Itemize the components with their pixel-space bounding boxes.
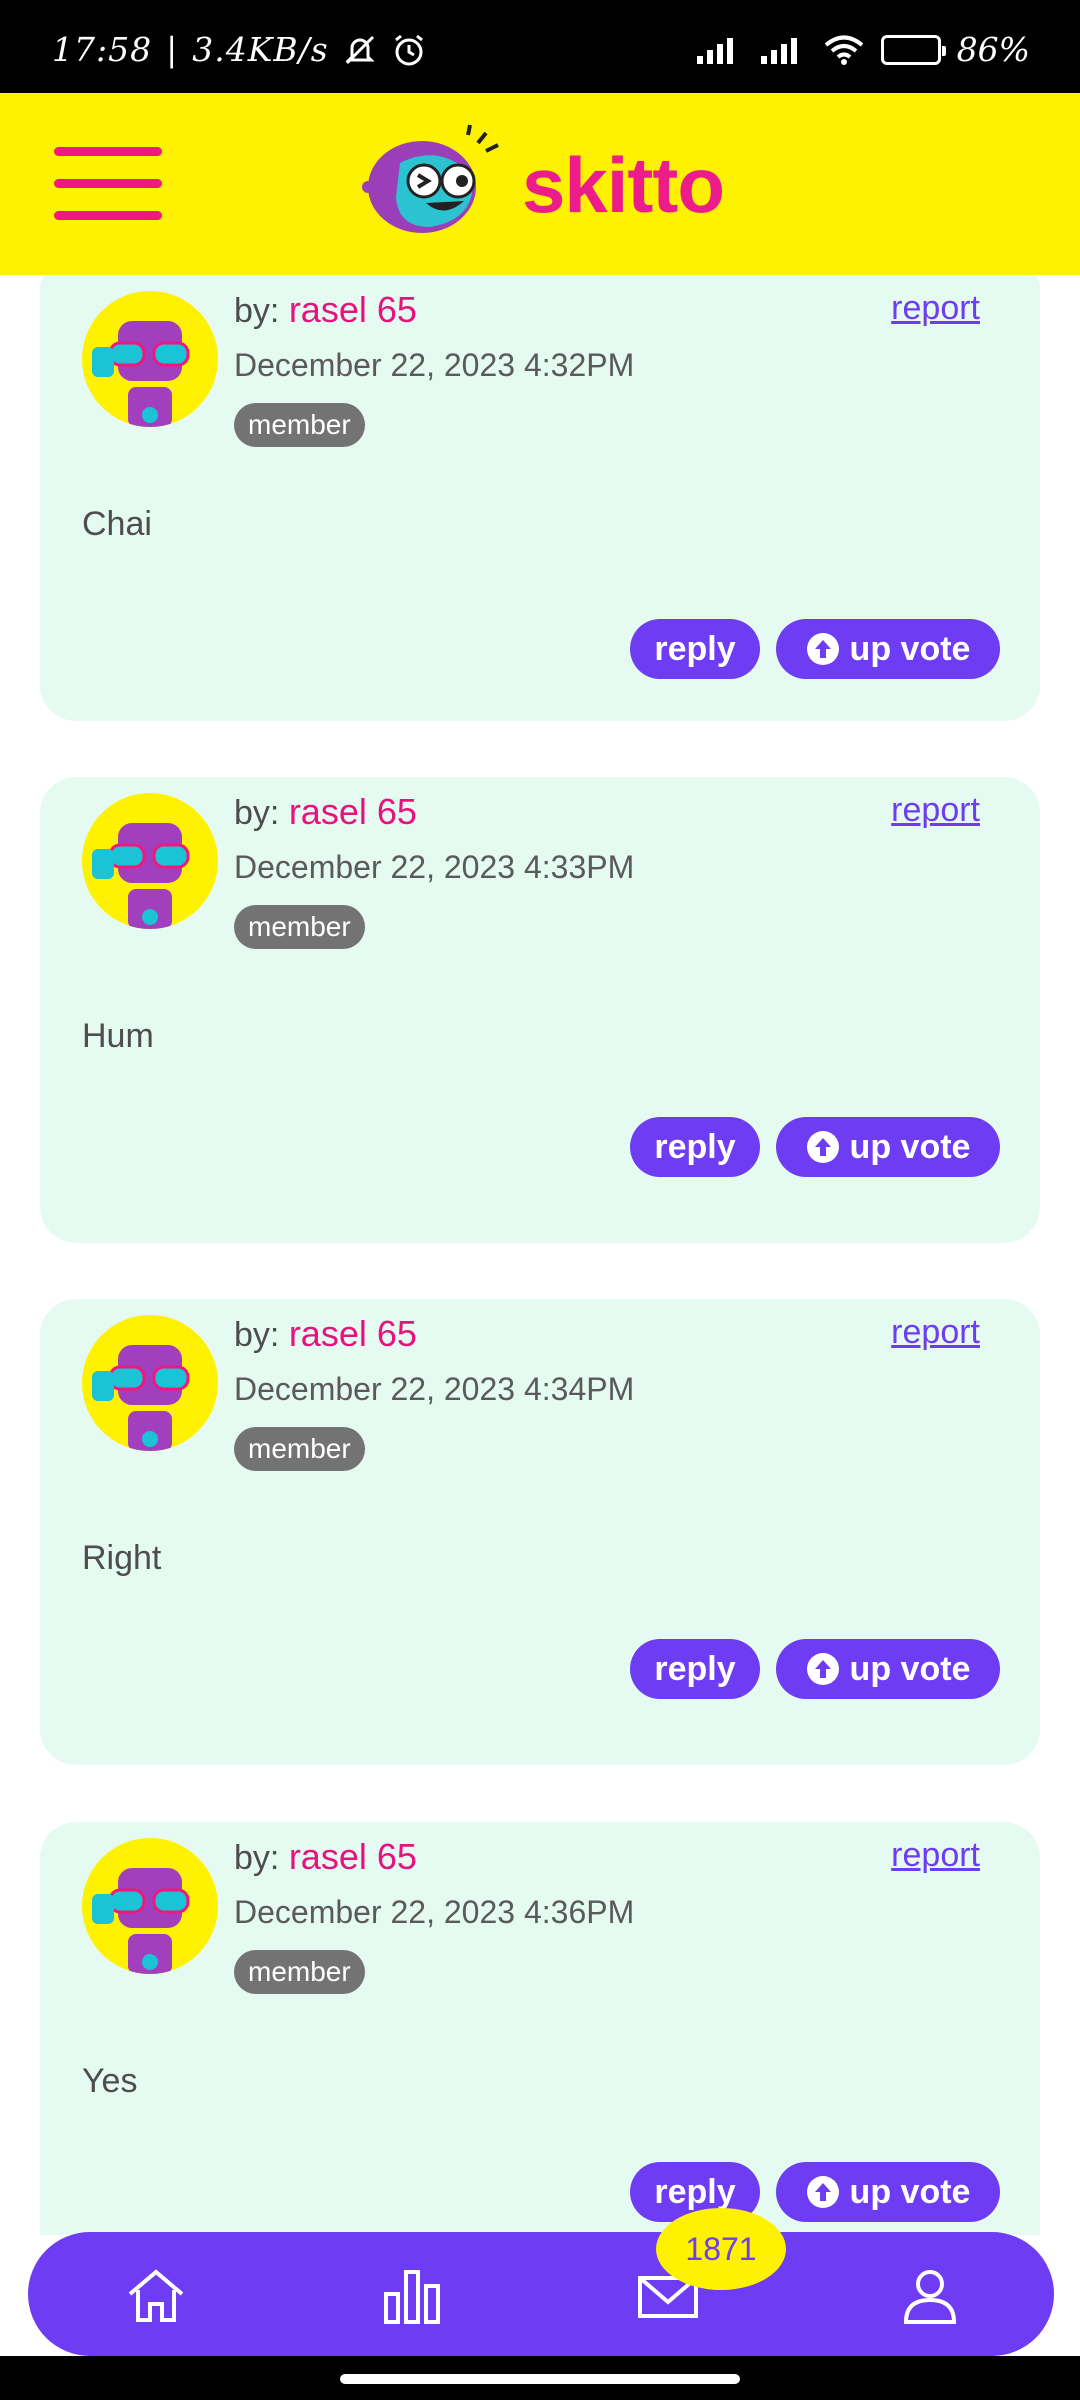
signal-icon	[695, 34, 743, 66]
role-badge: member	[234, 905, 365, 949]
bottom-nav	[28, 2232, 1054, 2356]
comment-card: by: rasel 65 December 22, 2023 4:34PM me…	[40, 1299, 1040, 1765]
comment-card: by: rasel 65 December 22, 2023 4:36PM me…	[40, 1822, 1040, 2235]
wifi-icon	[823, 34, 865, 66]
arrow-up-circle-icon	[806, 1131, 839, 1163]
reply-button[interactable]: reply	[630, 1117, 760, 1177]
profile-icon[interactable]	[898, 2264, 962, 2328]
upvote-button[interactable]: up vote	[776, 619, 1000, 679]
report-link[interactable]: report	[891, 289, 980, 328]
logo-mascot-icon	[360, 123, 510, 248]
bar-chart-icon[interactable]	[380, 2264, 444, 2328]
author-name[interactable]: rasel 65	[289, 289, 417, 330]
logo-text: skitto	[522, 141, 725, 229]
comment-feed: by: rasel 65 December 22, 2023 4:32PM me…	[0, 275, 1080, 2235]
network-speed: 3.4KB/s	[192, 30, 329, 69]
arrow-up-circle-icon	[806, 1653, 839, 1685]
arrow-up-circle-icon	[806, 633, 839, 665]
comment-date: December 22, 2023 4:32PM	[234, 347, 635, 383]
bell-muted-icon	[343, 33, 377, 67]
home-gesture-bar[interactable]	[340, 2374, 740, 2384]
robot-avatar-icon	[92, 1345, 190, 1451]
reply-button[interactable]: reply	[630, 619, 760, 679]
author-name[interactable]: rasel 65	[289, 1836, 417, 1877]
upvote-button[interactable]: up vote	[776, 2162, 1000, 2222]
avatar[interactable]	[82, 1315, 218, 1451]
role-badge: member	[234, 1950, 365, 1994]
report-link[interactable]: report	[891, 791, 980, 830]
alarm-icon	[391, 32, 427, 68]
author-name[interactable]: rasel 65	[289, 791, 417, 832]
byline: by: rasel 65	[234, 1836, 417, 1877]
comment-text: Yes	[82, 2062, 138, 2100]
avatar[interactable]	[82, 291, 218, 427]
byline: by: rasel 65	[234, 791, 417, 832]
robot-avatar-icon	[92, 1868, 190, 1974]
upvote-button[interactable]: up vote	[776, 1117, 1000, 1177]
system-nav-bar	[0, 2356, 1080, 2400]
role-badge: member	[234, 403, 365, 447]
upvote-button[interactable]: up vote	[776, 1639, 1000, 1699]
byline: by: rasel 65	[234, 289, 417, 330]
avatar[interactable]	[82, 793, 218, 929]
status-right: 86%	[695, 30, 1030, 69]
home-icon[interactable]	[124, 2264, 188, 2328]
status-bar: 17:58 | 3.4KB/s 86%	[0, 0, 1080, 93]
app-logo[interactable]: skitto	[360, 123, 725, 248]
comment-text: Chai	[82, 505, 152, 543]
message-count-badge[interactable]: 1871	[656, 2208, 786, 2290]
battery-icon	[880, 34, 946, 65]
comment-text: Right	[82, 1539, 162, 1577]
signal-icon	[759, 34, 807, 66]
avatar[interactable]	[82, 1838, 218, 1974]
report-link[interactable]: report	[891, 1313, 980, 1352]
battery-percent: 86%	[956, 30, 1030, 69]
comment-date: December 22, 2023 4:33PM	[234, 849, 635, 885]
reply-button[interactable]: reply	[630, 1639, 760, 1699]
arrow-up-circle-icon	[806, 2176, 839, 2208]
report-link[interactable]: report	[891, 1836, 980, 1875]
app-header: skitto	[0, 93, 1080, 275]
robot-avatar-icon	[92, 823, 190, 929]
comment-date: December 22, 2023 4:34PM	[234, 1371, 635, 1407]
byline: by: rasel 65	[234, 1313, 417, 1354]
comment-text: Hum	[82, 1017, 154, 1055]
comment-card: by: rasel 65 December 22, 2023 4:33PM me…	[40, 777, 1040, 1243]
status-time: 17:58	[52, 30, 153, 69]
status-left: 17:58 | 3.4KB/s	[52, 30, 427, 69]
comment-card: by: rasel 65 December 22, 2023 4:32PM me…	[40, 275, 1040, 721]
comment-date: December 22, 2023 4:36PM	[234, 1894, 635, 1930]
role-badge: member	[234, 1427, 365, 1471]
author-name[interactable]: rasel 65	[289, 1313, 417, 1354]
menu-icon[interactable]	[54, 147, 162, 223]
robot-avatar-icon	[92, 321, 190, 427]
